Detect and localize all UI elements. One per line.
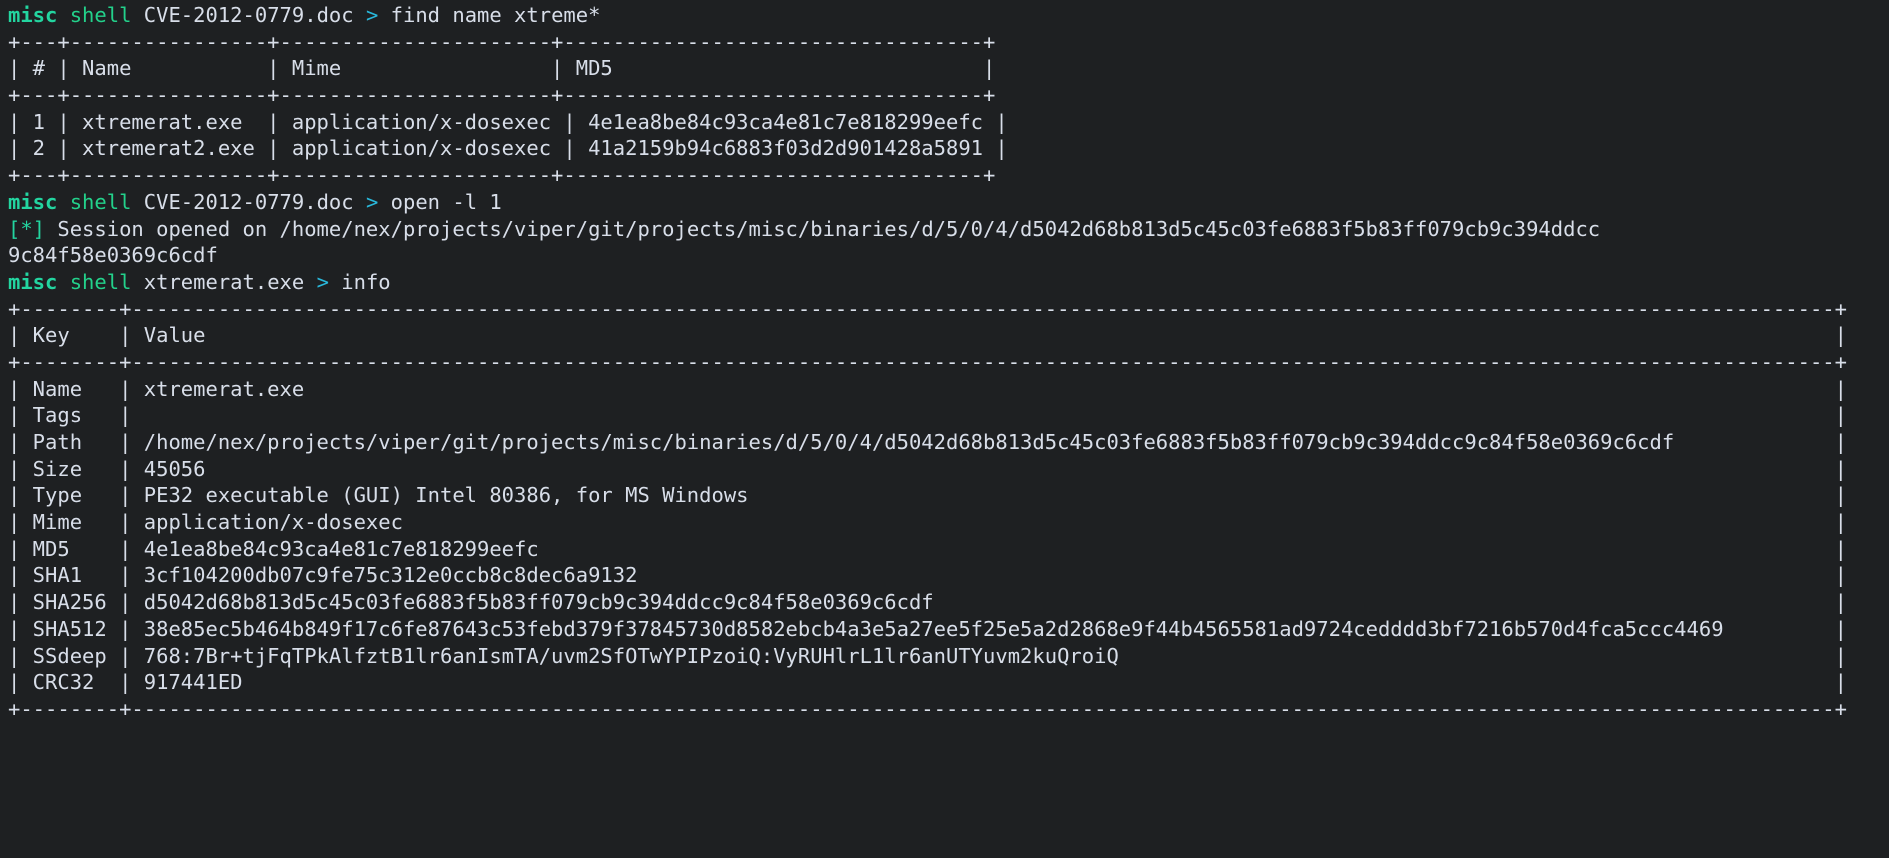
prompt-command: find name xtreme* xyxy=(390,3,601,27)
prompt-shell: shell xyxy=(69,3,132,27)
prompt-target: xtremerat.exe xyxy=(143,269,305,294)
prompt-line[interactable]: misc shell CVE-2012-0779.doc > open -l 1 xyxy=(8,189,1889,216)
prompt-arrow-icon: > xyxy=(365,189,379,214)
prompt-arrow-icon: > xyxy=(316,269,329,294)
status-message: Session opened on /home/nex/projects/vip… xyxy=(45,216,1601,241)
table-border: +---+----------------+------------------… xyxy=(8,29,996,54)
prompt-line[interactable]: misc shell xtremerat.exe > info xyxy=(8,269,1889,296)
info-table-border: +--------+------------------------------… xyxy=(8,696,1847,721)
info-table-row: | SHA256 | d5042d68b813d5c45c03fe6883f5b… xyxy=(8,590,1847,615)
info-table-row: | Tags | | xyxy=(8,403,1847,428)
info-table-row: | Type | PE32 executable (GUI) Intel 803… xyxy=(8,483,1847,508)
status-line-wrap: 9c84f58e0369c6cdf xyxy=(8,242,1889,269)
table-row: | 1 | xtremerat.exe | application/x-dose… xyxy=(8,109,1008,134)
status-marker: [*] xyxy=(8,216,46,241)
info-table-row: | SSdeep | 768:7Br+tjFqTPkAlfztB1lr6anIs… xyxy=(8,643,1847,668)
prompt-target: CVE-2012-0779.doc xyxy=(143,189,354,214)
table-row: | 2 | xtremerat2.exe | application/x-dos… xyxy=(8,136,1008,161)
prompt-module: misc xyxy=(8,3,58,27)
table-border: +---+----------------+------------------… xyxy=(8,83,996,108)
prompt-module: misc xyxy=(8,189,58,214)
info-table-header-row: | Key | Value | xyxy=(8,323,1847,348)
info-table-row: | Mime | application/x-dosexec | xyxy=(8,510,1847,535)
info-table-row: | SHA512 | 38e85ec5b464b849f17c6fe87643c… xyxy=(8,616,1847,641)
prompt-module: misc xyxy=(8,269,58,294)
table-border: +---+----------------+------------------… xyxy=(8,163,996,188)
info-table-row: | Path | /home/nex/projects/viper/git/pr… xyxy=(8,430,1847,454)
prompt-target: CVE-2012-0779.doc xyxy=(143,3,354,27)
info-table-row: | Size | 45056 | xyxy=(8,456,1847,481)
info-table-row: | CRC32 | 917441ED | xyxy=(8,670,1847,695)
info-table-row: | SHA1 | 3cf104200db07c9fe75c312e0ccb8c8… xyxy=(8,563,1847,588)
prompt-command: open -l 1 xyxy=(390,189,502,214)
status-line: [*] Session opened on /home/nex/projects… xyxy=(8,216,1889,243)
prompt-shell: shell xyxy=(69,189,132,214)
info-table-row: | MD5 | 4e1ea8be84c93ca4e81c7e818299eefc… xyxy=(8,536,1847,561)
prompt-arrow-icon: > xyxy=(365,3,379,27)
info-table-border: +--------+------------------------------… xyxy=(8,349,1847,374)
table-header-row: | # | Name | Mime | MD5 | xyxy=(8,56,996,81)
prompt-line[interactable]: misc shell CVE-2012-0779.doc > find name… xyxy=(8,2,1889,29)
prompt-shell: shell xyxy=(69,269,132,294)
terminal-screen[interactable]: misc shell CVE-2012-0779.doc > find name… xyxy=(0,0,1889,858)
info-table-border: +--------+------------------------------… xyxy=(8,296,1847,321)
info-table-row: | Name | xtremerat.exe | xyxy=(8,376,1847,401)
status-message-wrap: 9c84f58e0369c6cdf xyxy=(8,243,218,268)
prompt-command: info xyxy=(341,269,391,294)
